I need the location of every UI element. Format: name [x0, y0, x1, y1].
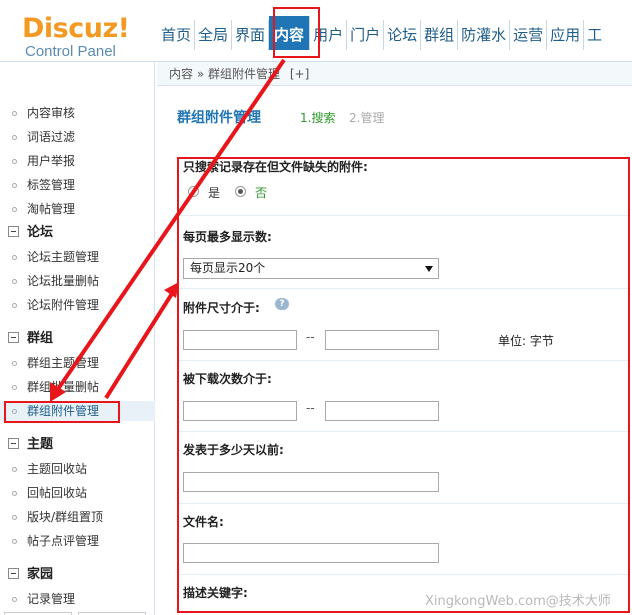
bullet-icon [12, 539, 17, 544]
bullet-icon [12, 467, 17, 472]
watermark: XingkongWeb.com@技术大师 [425, 594, 611, 609]
sidebar-item-thread-recycle[interactable]: 主题回收站 [12, 459, 87, 479]
collapse-icon [8, 332, 19, 343]
sidebar-item-forum-batch-delete[interactable]: 论坛批量删帖 [12, 271, 99, 291]
divider [178, 503, 628, 504]
sidebar-item-collection-management[interactable]: 淘帖管理 [12, 199, 75, 219]
tab-interface[interactable]: 界面 [232, 20, 270, 50]
size-range-label: 附件尺寸介于: [183, 301, 260, 315]
collapse-icon [8, 226, 19, 237]
size-min-input[interactable] [183, 330, 297, 350]
radio-no-label: 否 [255, 186, 268, 200]
tab-portal[interactable]: 门户 [347, 20, 385, 50]
tab-content[interactable]: 内容 [269, 16, 311, 50]
logo[interactable]: Discuz! Control Panel [22, 14, 130, 60]
page-title: 群组附件管理 [177, 110, 261, 126]
download-max-input[interactable] [325, 401, 439, 421]
tab-group[interactable]: 群组 [421, 20, 459, 50]
sidebar-bottom-buttons [4, 608, 154, 615]
tab-apps[interactable]: 应用 [547, 20, 585, 50]
collapse-icon [8, 438, 19, 449]
tab-operation[interactable]: 运营 [510, 20, 548, 50]
bullet-icon [12, 597, 17, 602]
sidebar-item-record-management[interactable]: 记录管理 [12, 589, 75, 609]
divider [178, 431, 628, 432]
download-range-label: 被下载次数介于: [183, 372, 272, 386]
bullet-icon [12, 385, 17, 390]
sidebar-item-forum-attachments[interactable]: 论坛附件管理 [12, 295, 99, 315]
sidebar-item-group-threads[interactable]: 群组主题管理 [12, 353, 99, 373]
step-search[interactable]: 1.搜索 [300, 109, 335, 126]
sidebar-item-tag-management[interactable]: 标签管理 [12, 175, 75, 195]
sidebar-item-group-batch-delete[interactable]: 群组批量删帖 [12, 377, 99, 397]
breadcrumb-separator: » [196, 67, 205, 81]
bullet-icon [12, 111, 17, 116]
logo-brand: Discuz! [22, 13, 130, 44]
top-nav: 首页 全局 界面 内容 用户 门户 论坛 群组 防灌水 运营 应用 工 [158, 16, 605, 50]
divider [178, 574, 628, 575]
sidebar: 内容审核 词语过滤 用户举报 标签管理 淘帖管理 论坛 论坛主题管理 论坛批量删… [0, 62, 155, 615]
bullet-icon [12, 515, 17, 520]
bullet-icon [12, 303, 17, 308]
missing-only-label: 只搜索记录存在但文件缺失的附件: [183, 160, 368, 174]
sidebar-group-forum[interactable]: 论坛 [8, 223, 53, 243]
days-ago-label: 发表于多少天以前: [183, 443, 284, 457]
radio-yes-label: 是 [208, 186, 221, 200]
breadcrumb-current: 群组附件管理 [208, 67, 281, 81]
tab-tools[interactable]: 工 [584, 20, 605, 50]
download-min-input[interactable] [183, 401, 297, 421]
divider [178, 360, 628, 361]
add-shortcut-button[interactable]: [+] [290, 67, 309, 81]
bullet-icon [12, 159, 17, 164]
sidebar-item-comment-management[interactable]: 帖子点评管理 [12, 531, 99, 551]
per-page-select[interactable]: 每页显示20个 [183, 258, 439, 279]
tab-global[interactable]: 全局 [195, 20, 233, 50]
collapse-icon [8, 568, 19, 579]
sidebar-group-home[interactable]: 家园 [8, 565, 53, 585]
bullet-icon [12, 279, 17, 284]
header: Discuz! Control Panel 首页 全局 界面 内容 用户 门户 … [0, 0, 632, 62]
logo-subtitle: Control Panel [25, 43, 116, 60]
size-max-input[interactable] [325, 330, 439, 350]
sidebar-group-group[interactable]: 群组 [8, 329, 53, 349]
filename-label: 文件名: [183, 515, 224, 529]
dropdown-arrow-icon [425, 266, 433, 272]
per-page-label: 每页最多显示数: [183, 230, 272, 244]
sidebar-group-thread[interactable]: 主题 [8, 435, 53, 455]
sidebar-item-forum-threads[interactable]: 论坛主题管理 [12, 247, 99, 267]
sidebar-item-content-review[interactable]: 内容审核 [12, 103, 75, 123]
sidebar-item-user-reports[interactable]: 用户举报 [12, 151, 75, 171]
bullet-icon [12, 183, 17, 188]
days-ago-input[interactable] [183, 472, 439, 492]
divider [178, 215, 628, 216]
download-range-separator: -- [306, 401, 315, 415]
filename-input[interactable] [183, 543, 439, 563]
sidebar-item-reply-recycle[interactable]: 回帖回收站 [12, 483, 87, 503]
keyword-label: 描述关键字: [183, 586, 248, 600]
size-range-separator: -- [306, 330, 315, 344]
tab-users[interactable]: 用户 [310, 20, 348, 50]
step-manage[interactable]: 2.管理 [349, 109, 384, 126]
help-bubble-icon[interactable]: ? [275, 298, 289, 310]
radio-yes[interactable] [188, 186, 199, 197]
tab-forum[interactable]: 论坛 [384, 20, 422, 50]
breadcrumb: 内容 » 群组附件管理 [+] [157, 62, 632, 86]
divider [178, 288, 628, 289]
per-page-value: 每页显示20个 [190, 261, 266, 275]
bullet-icon [12, 409, 17, 414]
sidebar-item-word-filter[interactable]: 词语过滤 [12, 127, 75, 147]
sidebar-item-group-attachments[interactable]: 群组附件管理 [0, 401, 155, 421]
tab-anti-spam[interactable]: 防灌水 [458, 20, 511, 50]
bullet-icon [12, 361, 17, 366]
sidebar-item-sticky[interactable]: 版块/群组置顶 [12, 507, 103, 527]
bullet-icon [12, 135, 17, 140]
bullet-icon [12, 491, 17, 496]
bullet-icon [12, 207, 17, 212]
radio-no[interactable] [235, 186, 246, 197]
tab-home[interactable]: 首页 [158, 20, 196, 50]
breadcrumb-parent[interactable]: 内容 [169, 67, 193, 81]
size-unit-label: 单位: 字节 [498, 334, 554, 348]
bullet-icon [12, 255, 17, 260]
